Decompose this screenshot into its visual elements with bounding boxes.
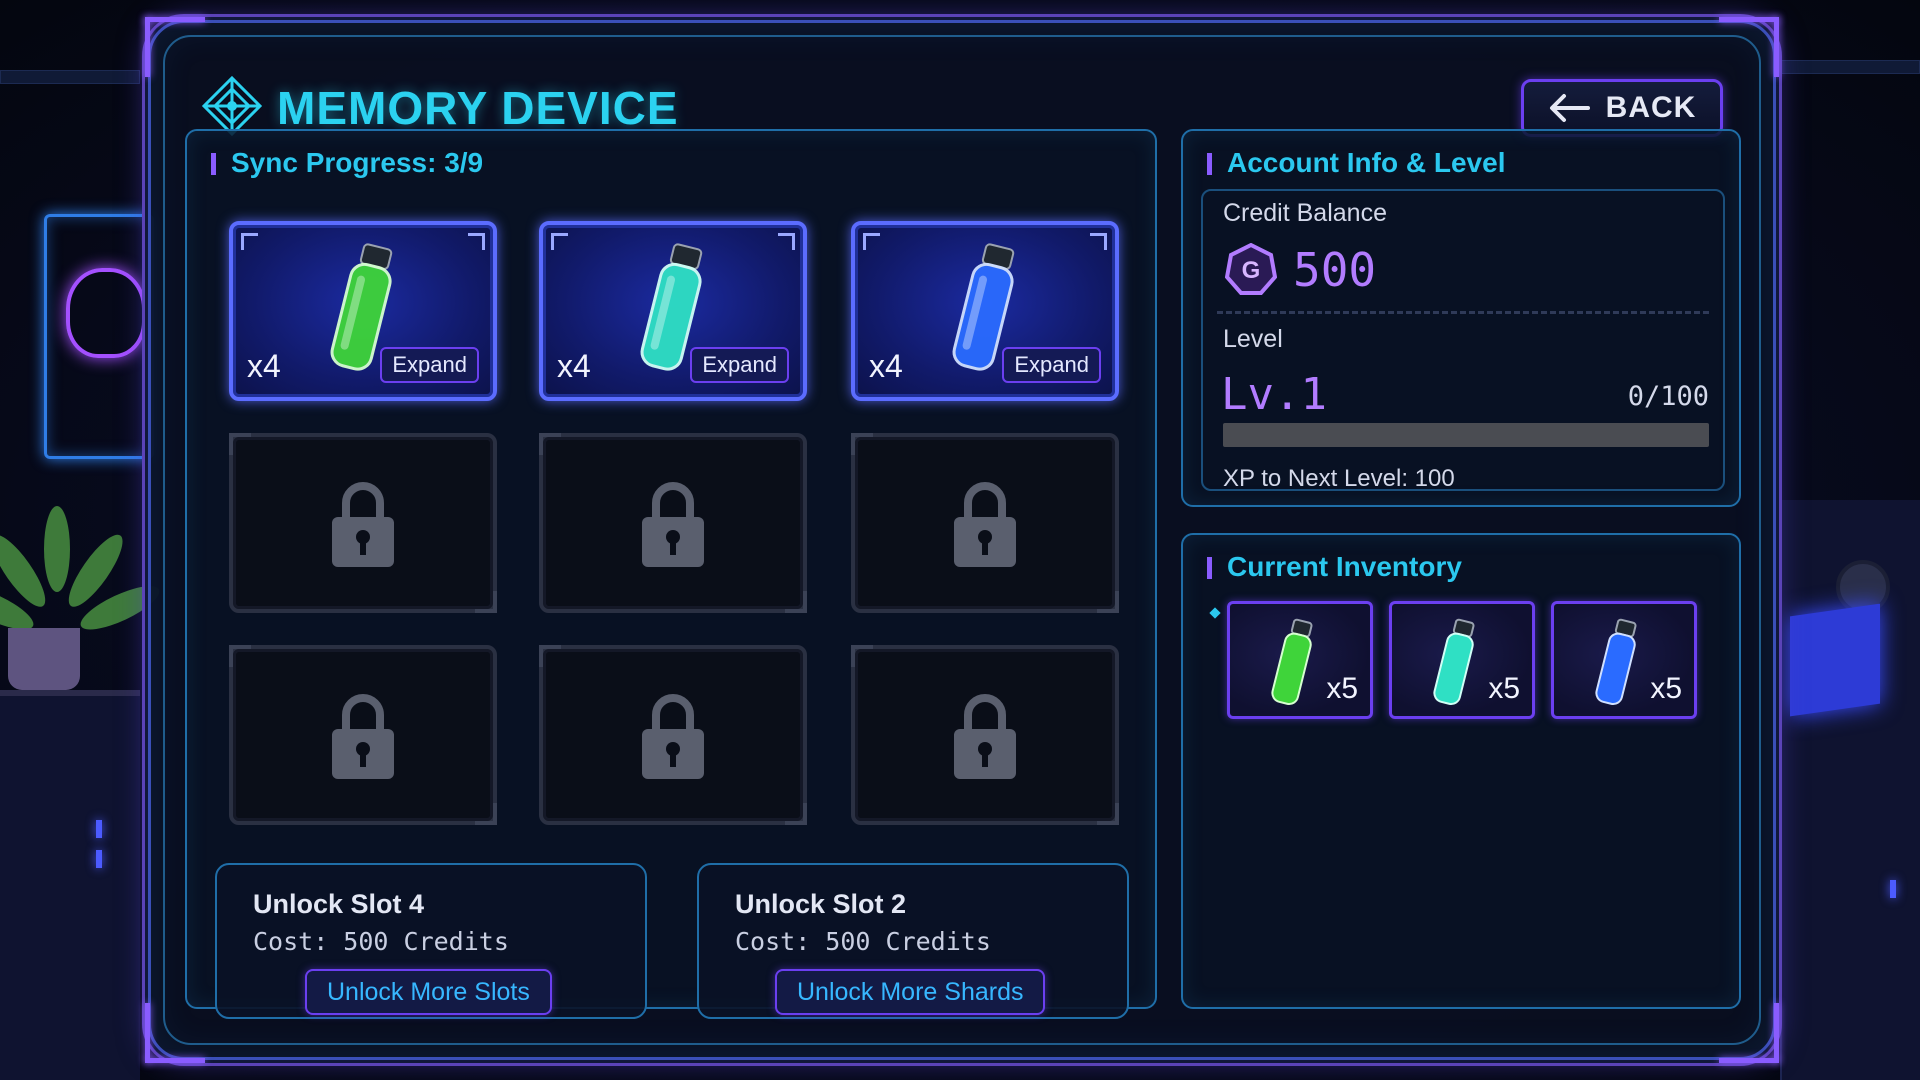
page-title: MEMORY DEVICE: [277, 82, 679, 134]
inventory-item-teal-shard[interactable]: x5: [1389, 601, 1535, 719]
bullet-icon: [1209, 607, 1221, 619]
xp-to-next-level: XP to Next Level: 100: [1223, 465, 1455, 492]
desk-right: [1780, 500, 1920, 1080]
sync-slot-3[interactable]: x4 Expand: [851, 221, 1119, 401]
slot-count: x4: [247, 348, 281, 384]
desk-left: [0, 690, 140, 1080]
green-vial-icon: [1271, 618, 1313, 706]
level-label: Level: [1223, 325, 1283, 353]
lock-icon: [332, 482, 394, 567]
led-light: [96, 850, 102, 868]
lock-icon: [954, 694, 1016, 779]
slot-count: x4: [557, 348, 591, 384]
led-light: [1890, 880, 1896, 898]
inventory-count: x5: [1650, 672, 1682, 705]
credit-balance-value: 500: [1293, 243, 1377, 297]
inventory-item-green-shard[interactable]: x5: [1227, 601, 1373, 719]
back-button-label: BACK: [1605, 91, 1697, 124]
background-pipe: [0, 70, 140, 84]
xp-counter: 0/100: [1627, 381, 1709, 412]
sync-slot-locked[interactable]: [229, 645, 497, 825]
account-info-panel: Account Info & Level Credit Balance G 50…: [1181, 129, 1741, 507]
sync-slot-locked[interactable]: [229, 433, 497, 613]
sync-slot-locked[interactable]: [539, 645, 807, 825]
memory-device-window: MEMORY DEVICE BACK Sync Progress: 3/9 x4…: [145, 17, 1779, 1063]
unlock-shard-card: Unlock Slot 2 Cost: 500 Credits Unlock M…: [697, 863, 1129, 1019]
sync-slot-2[interactable]: x4 Expand: [539, 221, 807, 401]
unlock-more-slots-button[interactable]: Unlock More Slots: [305, 969, 552, 1015]
memory-device-icon: [201, 75, 263, 137]
neon-sign: [44, 214, 154, 459]
inventory-title: Current Inventory: [1207, 551, 1462, 583]
inventory-count: x5: [1326, 672, 1358, 705]
xp-progress-bar: [1223, 423, 1709, 447]
credit-coin-icon: G: [1225, 243, 1277, 295]
blue-vial-icon: [1595, 618, 1637, 706]
sync-slot-locked[interactable]: [539, 433, 807, 613]
expand-button[interactable]: Expand: [1002, 347, 1101, 383]
sync-slot-locked[interactable]: [851, 645, 1119, 825]
lock-icon: [642, 482, 704, 567]
inventory-item-blue-shard[interactable]: x5: [1551, 601, 1697, 719]
unlock-card-title: Unlock Slot 4: [253, 889, 425, 919]
lock-icon: [332, 694, 394, 779]
expand-button[interactable]: Expand: [690, 347, 789, 383]
account-details: Credit Balance G 500 Level Lv.1 0/100 XP…: [1201, 189, 1725, 492]
expand-button[interactable]: Expand: [380, 347, 479, 383]
teal-vial-icon: [1433, 618, 1475, 706]
lock-icon: [954, 482, 1016, 567]
glowing-monitor: [1790, 603, 1880, 717]
led-light: [96, 820, 102, 838]
sync-slot-locked[interactable]: [851, 433, 1119, 613]
unlock-slot-card: Unlock Slot 4 Cost: 500 Credits Unlock M…: [215, 863, 647, 1019]
level-value: Lv.1: [1221, 369, 1327, 420]
sync-slot-1[interactable]: x4 Expand: [229, 221, 497, 401]
slot-count: x4: [869, 348, 903, 384]
sync-progress-panel: Sync Progress: 3/9 x4 Expand x4 Expand x…: [185, 129, 1157, 1019]
inventory-row: x5 x5 x5: [1209, 597, 1721, 721]
account-info-title: Account Info & Level: [1207, 147, 1505, 179]
current-inventory-panel: Current Inventory x5 x5 x5: [1181, 533, 1741, 1009]
sync-progress-title: Sync Progress: 3/9: [211, 147, 483, 179]
unlock-card-title: Unlock Slot 2: [735, 889, 907, 919]
inventory-count: x5: [1488, 672, 1520, 705]
arrow-left-icon: [1549, 94, 1590, 122]
desk-lamp: [1836, 560, 1890, 614]
lock-icon: [642, 694, 704, 779]
unlock-card-cost: Cost: 500 Credits: [253, 927, 509, 956]
unlock-card-cost: Cost: 500 Credits: [735, 927, 991, 956]
svg-text:G: G: [1242, 257, 1261, 284]
divider: [1217, 311, 1709, 314]
neon-brain-icon: [66, 268, 146, 358]
background-pipe: [1770, 60, 1920, 74]
plant-pot: [8, 628, 80, 690]
unlock-more-shards-button[interactable]: Unlock More Shards: [775, 969, 1046, 1015]
credit-balance-label: Credit Balance: [1223, 199, 1387, 227]
